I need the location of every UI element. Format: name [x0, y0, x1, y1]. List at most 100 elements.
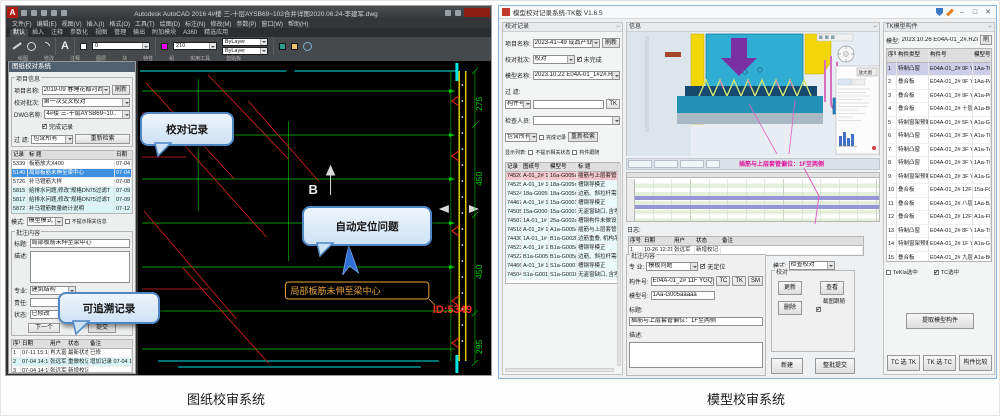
table-row[interactable]: 207-04 14:13张远军重做校记增加记录 07-04 14: [12, 358, 132, 367]
tk-refresh-button[interactable]: 刷: [980, 35, 992, 45]
tekla-checkbox[interactable]: [886, 270, 891, 275]
task-tab[interactable]: [706, 160, 720, 168]
new-button[interactable]: 新建: [771, 358, 803, 374]
undo-icon[interactable]: [51, 10, 57, 16]
menu-item[interactable]: 绘图(D): [160, 19, 180, 28]
ribbon-tab[interactable]: 精选应用: [201, 29, 231, 37]
open-file-icon[interactable]: [31, 10, 37, 16]
table-row[interactable]: 307-04 14:12张远军新增校记: [12, 367, 132, 373]
table-row[interactable]: 9特制窗架预制墙E04A-01_2# 3F Y..A1a-GA03: [887, 171, 991, 185]
layer-swatch-icon[interactable]: [80, 43, 87, 50]
toolbar-icon[interactable]: [831, 36, 835, 40]
shield-icon[interactable]: [936, 8, 943, 16]
compare-components-button[interactable]: 构件比较: [959, 355, 992, 371]
table-row[interactable]: 5140局部板筋未伸至梁中心07-04: [12, 169, 132, 178]
project-select[interactable]: 2019-09 春睡花都河西幼儿..: [42, 86, 110, 95]
table-row[interactable]: 6特制凸窗E04A-01_2# 3F Y..A1a-T001: [887, 130, 991, 144]
ribbon-tab[interactable]: 参数化: [67, 29, 91, 37]
ribbon-tab[interactable]: 插入: [29, 29, 47, 37]
linetype-select[interactable]: ByLayer: [222, 38, 268, 46]
pin-icon[interactable]: ⌐: [616, 23, 620, 31]
block-tool-icon[interactable]: [279, 43, 286, 50]
table-row[interactable]: 15叠合板E04A-01_2# 九层..A1a-B005: [887, 252, 991, 263]
color-select[interactable]: 210: [173, 42, 217, 50]
color-swatch-icon[interactable]: [161, 43, 168, 50]
filter2-select[interactable]: 包含所有: [505, 133, 537, 142]
table-row[interactable]: 5特制窗架预制墙E04A-01_2# 5F Y..A1a-G001: [887, 117, 991, 131]
table-row[interactable]: 107-11 15:10肖大富最新状态已修: [12, 349, 132, 358]
menu-item[interactable]: 视图(V): [62, 19, 82, 28]
measure-tool-icon[interactable]: [291, 43, 298, 50]
table-row[interactable]: 14特制窗架预制墙E04A-01_2# 1F Y..A1a-GA03: [887, 238, 991, 252]
table-row[interactable]: 7特制凸窗E04A-01_2# 3F Y..A1a-TA01: [887, 144, 991, 158]
record-dot-icon[interactable]: [872, 146, 876, 150]
major-select[interactable]: 模板问题: [646, 262, 698, 271]
ribbon-tab[interactable]: 输出: [130, 29, 148, 37]
screenshot-checkbox[interactable]: [816, 307, 821, 312]
viewport-3d[interactable]: 放大图: [627, 32, 879, 156]
toolbar-icon[interactable]: [819, 36, 823, 40]
close-button[interactable]: ✕: [983, 7, 993, 18]
table-row[interactable]: 11叠合板E04A-01_2# 八层..1Aa-BA02: [887, 198, 991, 212]
toolbar-icon[interactable]: [825, 36, 829, 40]
new-file-icon[interactable]: [21, 10, 27, 16]
done-checkbox[interactable]: [539, 135, 544, 140]
table-row[interactable]: 74518A-01_2# 11F YGCA1a-G005aaana插筋与上层套管…: [506, 226, 619, 235]
table-row[interactable]: 74522B1a-G005gaabaB1a-G005gaaba边筋、斜拉杆需校1…: [506, 253, 619, 262]
menu-item[interactable]: 窗口(W): [261, 19, 283, 28]
component-input[interactable]: [533, 100, 604, 109]
search-icon[interactable]: [445, 10, 451, 16]
table-row[interactable]: 5726补马镫筋大样07-08: [12, 178, 132, 187]
spreadsheet-selected-row[interactable]: [635, 196, 879, 200]
menu-item[interactable]: 帮助(H): [288, 19, 308, 28]
layer-select[interactable]: 0: [92, 42, 150, 50]
tk-select-tc-button[interactable]: TK 选 TC: [923, 355, 956, 371]
delete-button[interactable]: 删除: [778, 301, 802, 315]
arc-tool-icon[interactable]: [39, 40, 52, 53]
menu-item[interactable]: 参数(P): [236, 19, 256, 28]
table-row[interactable]: 74525A-01_1# 12F YGC18a-G005caaba槽钢导模正: [506, 181, 619, 190]
ribbon-tab[interactable]: 视图: [92, 29, 110, 37]
ribbon-tab[interactable]: 默认: [10, 29, 28, 37]
save-icon[interactable]: [41, 10, 47, 16]
batch-select[interactable]: 校对: [533, 55, 575, 64]
spreadsheet[interactable]: [626, 172, 880, 222]
view-button[interactable]: 查看: [820, 281, 844, 295]
table-row[interactable]: 5339板筋放大X40007-04: [12, 160, 132, 169]
table-row[interactable]: 13特制凸窗E04A-01_2# 8F Y..1Aa-T901: [887, 225, 991, 239]
unfinished-checkbox[interactable]: [577, 57, 582, 62]
maximize-button[interactable]: □: [970, 7, 980, 18]
table-row[interactable]: 74504S1a-G001haabaS1a-G001haaba无盗窗缺口, 含埋: [506, 271, 619, 280]
project-select[interactable]: 2023-41~49 成品产业片区2#-10#厂: [533, 39, 600, 48]
ribbon-tab[interactable]: 管理: [111, 29, 129, 37]
table-row[interactable]: 745071A-01_1# 4F YGC25a-G002daSaa槽钢构件未做设…: [506, 217, 619, 226]
menu-item[interactable]: 文件(F): [12, 19, 32, 28]
refresh-button[interactable]: 刷新: [112, 85, 130, 95]
sm-button[interactable]: SM: [748, 276, 763, 286]
menu-item[interactable]: 标注(N): [185, 19, 205, 28]
flyout-tab[interactable]: [852, 79, 865, 85]
lineweight-select[interactable]: ByLayer: [222, 47, 268, 55]
help-icon[interactable]: [455, 10, 461, 16]
nopos-checkbox[interactable]: [700, 264, 705, 269]
ribbon-tab[interactable]: A360: [180, 29, 200, 37]
dwg-select[interactable]: 4#楼 三-十层AYSB69~10..: [44, 110, 130, 119]
table-row[interactable]: 7450515a-G0001aaba15a-G0001aaba无盗窗缺口, 含埋: [506, 208, 619, 217]
paste-tool-icon[interactable]: [303, 42, 312, 51]
component-combo[interactable]: 构件号: [505, 100, 531, 109]
flyout-tab[interactable]: [838, 79, 851, 85]
batch-submit-button[interactable]: 整批提交: [815, 358, 855, 374]
table-row[interactable]: 10叠合板E04A-01_2# 12F ..15a-F001: [887, 184, 991, 198]
ribbon-tab[interactable]: 附加模块: [149, 29, 179, 37]
text-tool-icon[interactable]: A: [61, 41, 69, 52]
batch-select[interactable]: 第一次交叉校对: [42, 98, 130, 107]
pin-icon[interactable]: ⌐: [873, 23, 877, 31]
title-input[interactable]: 局部板筋未伸至梁中心: [30, 239, 130, 248]
tc-button[interactable]: TC: [716, 276, 730, 286]
table-row[interactable]: 74466A-01_1# 12F YGCS1a-G0001aaba槽钢导模正: [506, 262, 619, 271]
horizontal-scrollbar[interactable]: [505, 368, 614, 372]
tc-select-tk-button[interactable]: TC 选 TK: [887, 355, 920, 371]
follow-checkbox[interactable]: [572, 150, 577, 155]
ribbon-tab[interactable]: 注释: [48, 29, 66, 37]
research-button[interactable]: 重新检索: [75, 134, 130, 144]
